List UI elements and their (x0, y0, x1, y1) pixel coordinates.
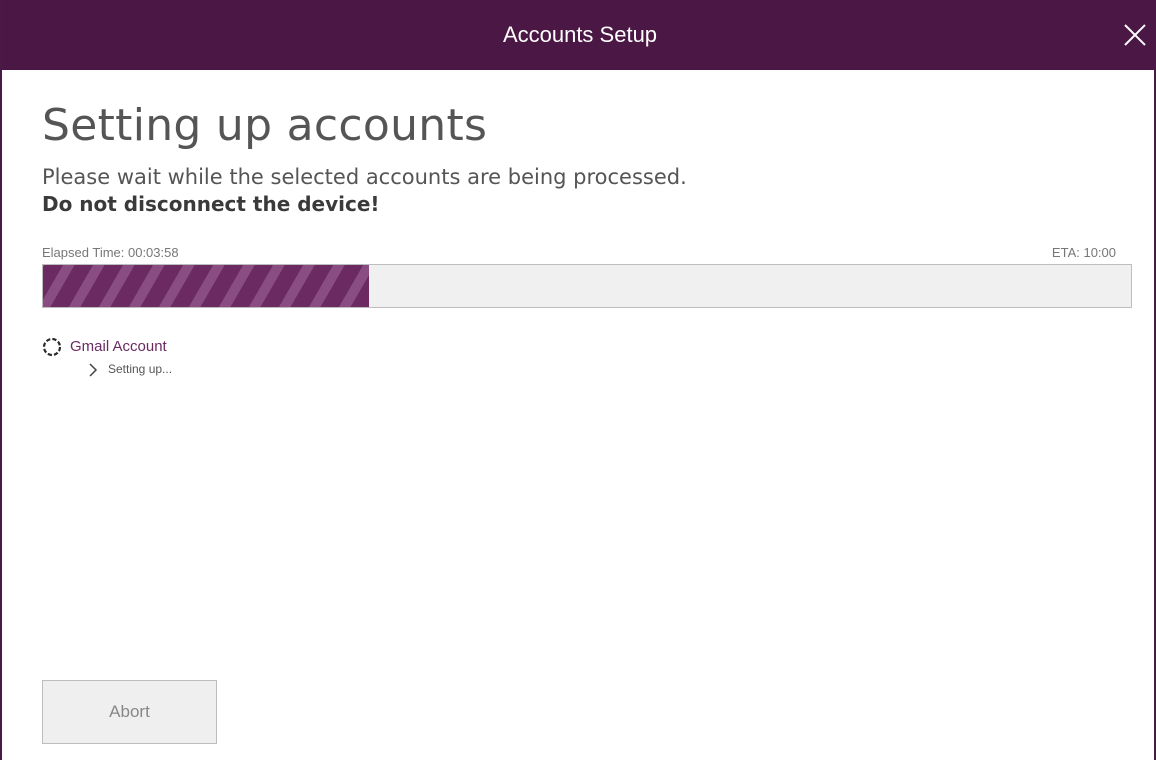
window-title: Accounts Setup (502, 22, 658, 47)
close-button[interactable] (1118, 18, 1152, 52)
page-title: Setting up accounts (42, 100, 488, 151)
account-label: Gmail Account (70, 338, 167, 355)
close-icon (1124, 24, 1146, 46)
abort-button[interactable]: Abort (42, 680, 217, 744)
chevron-right-icon (89, 363, 98, 377)
accounts-setup-window: Accounts Setup Setting up accounts Pleas… (0, 0, 1156, 760)
progress-bar (42, 264, 1132, 308)
spinner-icon (42, 337, 62, 357)
title-bar: Accounts Setup (2, 0, 1156, 70)
progress-bar-fill (43, 265, 370, 307)
eta-label: ETA: 10:00 (1051, 245, 1116, 260)
warning-text: Do not disconnect the device! (42, 192, 380, 216)
account-status-label: Setting up... (108, 362, 173, 376)
elapsed-time-label: Elapsed Time: 00:03:58 (42, 245, 179, 260)
instruction-text: Please wait while the selected accounts … (42, 165, 687, 189)
